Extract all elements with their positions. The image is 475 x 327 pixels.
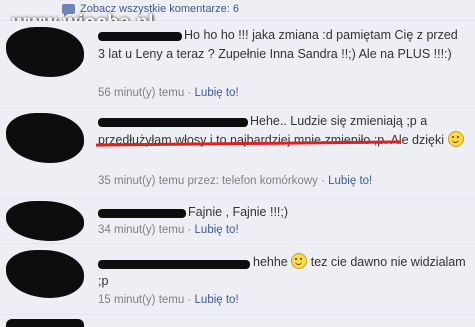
comment-meta: 56 minut(y) temu · Lubię to! — [98, 87, 239, 99]
comment-4: hehhe tez cie dawno nie widzialam ;p 15 … — [0, 244, 475, 315]
smiley-emoji-icon — [291, 253, 308, 269]
comment-text: Ho ho ho !!! jaka zmiana :d pamiętam Cię… — [98, 28, 458, 61]
comment-text: Fajnie , Fajnie !!!;) — [188, 205, 289, 219]
like-link[interactable]: Lubię to! — [328, 175, 372, 187]
like-link[interactable]: Lubię to! — [195, 87, 239, 99]
like-link[interactable]: Lubię to! — [195, 294, 239, 306]
comment-text-part: Hehe.. Ludzie się zmieniają ;p a — [250, 114, 428, 128]
comment-meta: 35 minut(y) temu przez: telefon komórkow… — [98, 175, 372, 187]
comment-5-partial — [0, 315, 475, 327]
separator: · — [321, 175, 325, 187]
comment-3: Fajnie , Fajnie !!!;) 34 minut(y) temu ·… — [0, 199, 475, 244]
separator: · — [187, 87, 192, 99]
avatar[interactable] — [6, 319, 84, 327]
avatar[interactable] — [6, 250, 84, 298]
timestamp[interactable]: 35 minut(y) temu przez: telefon komórkow… — [98, 175, 318, 187]
avatar[interactable] — [6, 201, 84, 241]
like-link[interactable]: Lubię to! — [195, 224, 239, 236]
comment-meta: 34 minut(y) temu · Lubię to! — [98, 224, 239, 236]
comment-1: Ho ho ho !!! jaka zmiana :d pamiętam Cię… — [0, 21, 475, 108]
comment-text: hehhe tez cie dawno nie widzialam ;p — [98, 253, 468, 291]
timestamp[interactable]: 56 minut(y) temu — [98, 87, 184, 99]
comment-meta: 15 minut(y) temu · Lubię to! — [98, 294, 239, 306]
comment-2: Hehe.. Ludzie się zmieniają ;p a przedłu… — [0, 108, 475, 199]
separator: · — [187, 294, 192, 306]
avatar[interactable] — [6, 113, 84, 163]
separator: · — [187, 224, 192, 236]
smiley-emoji-icon — [447, 131, 464, 147]
timestamp[interactable]: 34 minut(y) temu — [98, 224, 184, 236]
avatar[interactable] — [6, 27, 84, 77]
comment-text-part: hehhe — [253, 255, 288, 269]
timestamp[interactable]: 15 minut(y) temu — [98, 294, 184, 306]
